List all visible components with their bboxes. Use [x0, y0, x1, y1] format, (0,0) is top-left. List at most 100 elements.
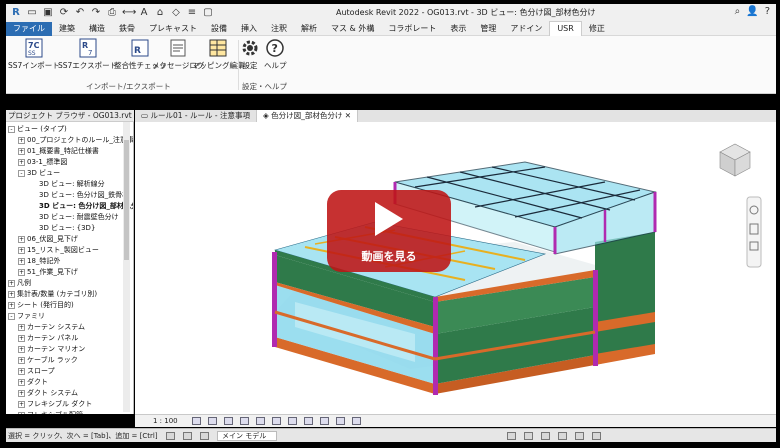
- redo-icon[interactable]: ↷: [90, 7, 102, 19]
- mapping-edit-button[interactable]: マッピング編集: [192, 38, 245, 71]
- expand-icon[interactable]: +: [18, 323, 25, 331]
- browser-tree-item[interactable]: +18_特記外: [6, 256, 128, 267]
- ribbon-tab[interactable]: アドイン: [503, 22, 549, 36]
- browser-tree-item[interactable]: + カーテン システム: [6, 322, 128, 333]
- close-icon[interactable]: ✕: [345, 111, 351, 120]
- expand-icon[interactable]: +: [18, 235, 25, 243]
- select-pinned-icon[interactable]: [541, 431, 550, 440]
- select-by-face-icon[interactable]: [558, 431, 567, 440]
- undo-icon[interactable]: ↶: [74, 7, 86, 19]
- browser-tree-item[interactable]: - ファミリ: [6, 311, 128, 322]
- expand-icon[interactable]: +: [18, 367, 25, 375]
- shadows-icon[interactable]: [239, 417, 249, 425]
- browser-tree-item[interactable]: + シート (発行目的): [6, 300, 128, 311]
- user-icon[interactable]: 👤: [746, 6, 758, 17]
- browser-tree-item[interactable]: 3D ビュー: 解析線分: [6, 179, 128, 190]
- steering-wheel-icon[interactable]: [747, 197, 761, 267]
- 3d-view-canvas[interactable]: [135, 122, 776, 414]
- play-video-overlay[interactable]: 動画を見る: [327, 190, 451, 272]
- design-options-icon[interactable]: [200, 431, 209, 440]
- browser-tree-item[interactable]: + フレキシブル ダクト: [6, 399, 128, 410]
- worksets-icon[interactable]: [166, 431, 175, 440]
- filter-icon[interactable]: [183, 431, 192, 440]
- sync-icon[interactable]: ⟳: [58, 7, 70, 19]
- save-icon[interactable]: ▣: [42, 7, 54, 19]
- temporary-hide-icon[interactable]: [319, 417, 329, 425]
- close-hidden-icon[interactable]: ▢: [202, 7, 214, 19]
- reveal-hidden-icon[interactable]: [335, 417, 345, 425]
- ribbon-tab[interactable]: 建築: [52, 22, 82, 36]
- expand-icon[interactable]: +: [18, 411, 25, 414]
- browser-tree-item[interactable]: +15_リスト_製図ビュー: [6, 245, 128, 256]
- open-icon[interactable]: ▭: [26, 7, 38, 19]
- show-crop-icon[interactable]: [287, 417, 297, 425]
- collapse-icon[interactable]: -: [18, 169, 25, 177]
- view-scale[interactable]: 1 : 100: [153, 417, 178, 425]
- collapse-icon[interactable]: -: [8, 312, 15, 320]
- expand-icon[interactable]: +: [18, 400, 25, 408]
- browser-tree-item[interactable]: + 集計表/数量 (カテゴリ別): [6, 289, 128, 300]
- active-model[interactable]: メイン モデル: [217, 430, 277, 441]
- expand-icon[interactable]: +: [18, 268, 25, 276]
- ribbon-tab[interactable]: 注釈: [264, 22, 294, 36]
- browser-tree-item[interactable]: + ダクト: [6, 377, 128, 388]
- help-icon[interactable]: ?: [765, 6, 770, 17]
- search-icon[interactable]: ⌕: [735, 6, 741, 17]
- expand-icon[interactable]: +: [18, 378, 25, 386]
- browser-tree-item[interactable]: +00_プロジェクトのルール_注意事項: [6, 135, 133, 146]
- browser-tree-item[interactable]: + カーテン マリオン: [6, 344, 128, 355]
- visual-style-icon[interactable]: [207, 417, 217, 425]
- render-icon[interactable]: [255, 417, 265, 425]
- drag-elements-icon[interactable]: [575, 431, 584, 440]
- browser-tree-item[interactable]: + 凡例: [6, 278, 128, 289]
- doc-tab[interactable]: ▭ ルール01 - ルール - 注意事項: [135, 110, 257, 122]
- doc-tab-active[interactable]: ◈ 色分け図_部材色分け ✕: [256, 110, 359, 122]
- expand-icon[interactable]: +: [8, 290, 15, 298]
- ribbon-tab[interactable]: 構造: [82, 22, 112, 36]
- measure-icon[interactable]: ⟷: [122, 7, 136, 19]
- revit-logo-icon[interactable]: R: [10, 7, 22, 19]
- ribbon-tab[interactable]: 鉄骨: [112, 22, 142, 36]
- browser-tree-item[interactable]: + ケーブル ラック: [6, 355, 128, 366]
- view-cube-widget[interactable]: [720, 144, 750, 176]
- browser-tree-item[interactable]: + ダクト システム: [6, 388, 128, 399]
- sun-path-icon[interactable]: [223, 417, 233, 425]
- ribbon-tab[interactable]: ファイル: [6, 21, 52, 36]
- browser-tree-item[interactable]: +01_概要書_特記仕様書: [6, 146, 128, 157]
- text-icon[interactable]: A: [138, 7, 150, 19]
- expand-icon[interactable]: +: [18, 246, 25, 254]
- ribbon-tab[interactable]: マス & 外構: [324, 22, 381, 36]
- browser-tree-item[interactable]: 3D ビュー: 耐震壁色分け: [6, 212, 128, 223]
- crop-view-icon[interactable]: [271, 417, 281, 425]
- ribbon-tab[interactable]: 管理: [473, 22, 503, 36]
- ss7-import-button[interactable]: 7C SS SS7インポート: [8, 38, 60, 71]
- ss7-export-button[interactable]: R7 SS7エクスポート: [58, 38, 117, 71]
- browser-tree-item[interactable]: 3D ビュー: 色分け図_鉄骨材: [6, 190, 129, 201]
- ribbon-tab[interactable]: 挿入: [234, 22, 264, 36]
- browser-tree-item[interactable]: + カーテン パネル: [6, 333, 128, 344]
- filter-selection-icon[interactable]: [592, 431, 601, 440]
- expand-icon[interactable]: +: [18, 158, 25, 166]
- print-icon[interactable]: ⎙: [106, 7, 118, 19]
- expand-icon[interactable]: +: [8, 301, 15, 309]
- browser-tree-item[interactable]: +フレキシブル配管: [6, 410, 128, 414]
- analytical-model-icon[interactable]: [351, 417, 361, 425]
- ribbon-tab[interactable]: 解析: [294, 22, 324, 36]
- expand-icon[interactable]: +: [18, 257, 25, 265]
- lock-view-icon[interactable]: [303, 417, 313, 425]
- thin-lines-icon[interactable]: ≡: [186, 7, 198, 19]
- browser-tree-item[interactable]: - ビュー (タイプ): [6, 124, 128, 135]
- expand-icon[interactable]: +: [18, 345, 25, 353]
- help-button[interactable]: ? ヘルプ: [264, 38, 287, 71]
- browser-tree-item[interactable]: -3D ビュー: [6, 168, 128, 179]
- select-underlay-icon[interactable]: [524, 431, 533, 440]
- ribbon-tab[interactable]: 修正: [582, 22, 612, 36]
- browser-tree-item[interactable]: +06_伏図_見下げ: [6, 234, 128, 245]
- 3d-view-icon[interactable]: ⌂: [154, 7, 166, 19]
- browser-tree-item[interactable]: 3D ビュー: 色分け図_部材色分け: [6, 201, 133, 212]
- collapse-icon[interactable]: -: [8, 125, 15, 133]
- expand-icon[interactable]: +: [18, 147, 25, 155]
- expand-icon[interactable]: +: [18, 356, 25, 364]
- expand-icon[interactable]: +: [8, 279, 15, 287]
- browser-scrollbar[interactable]: [123, 122, 130, 412]
